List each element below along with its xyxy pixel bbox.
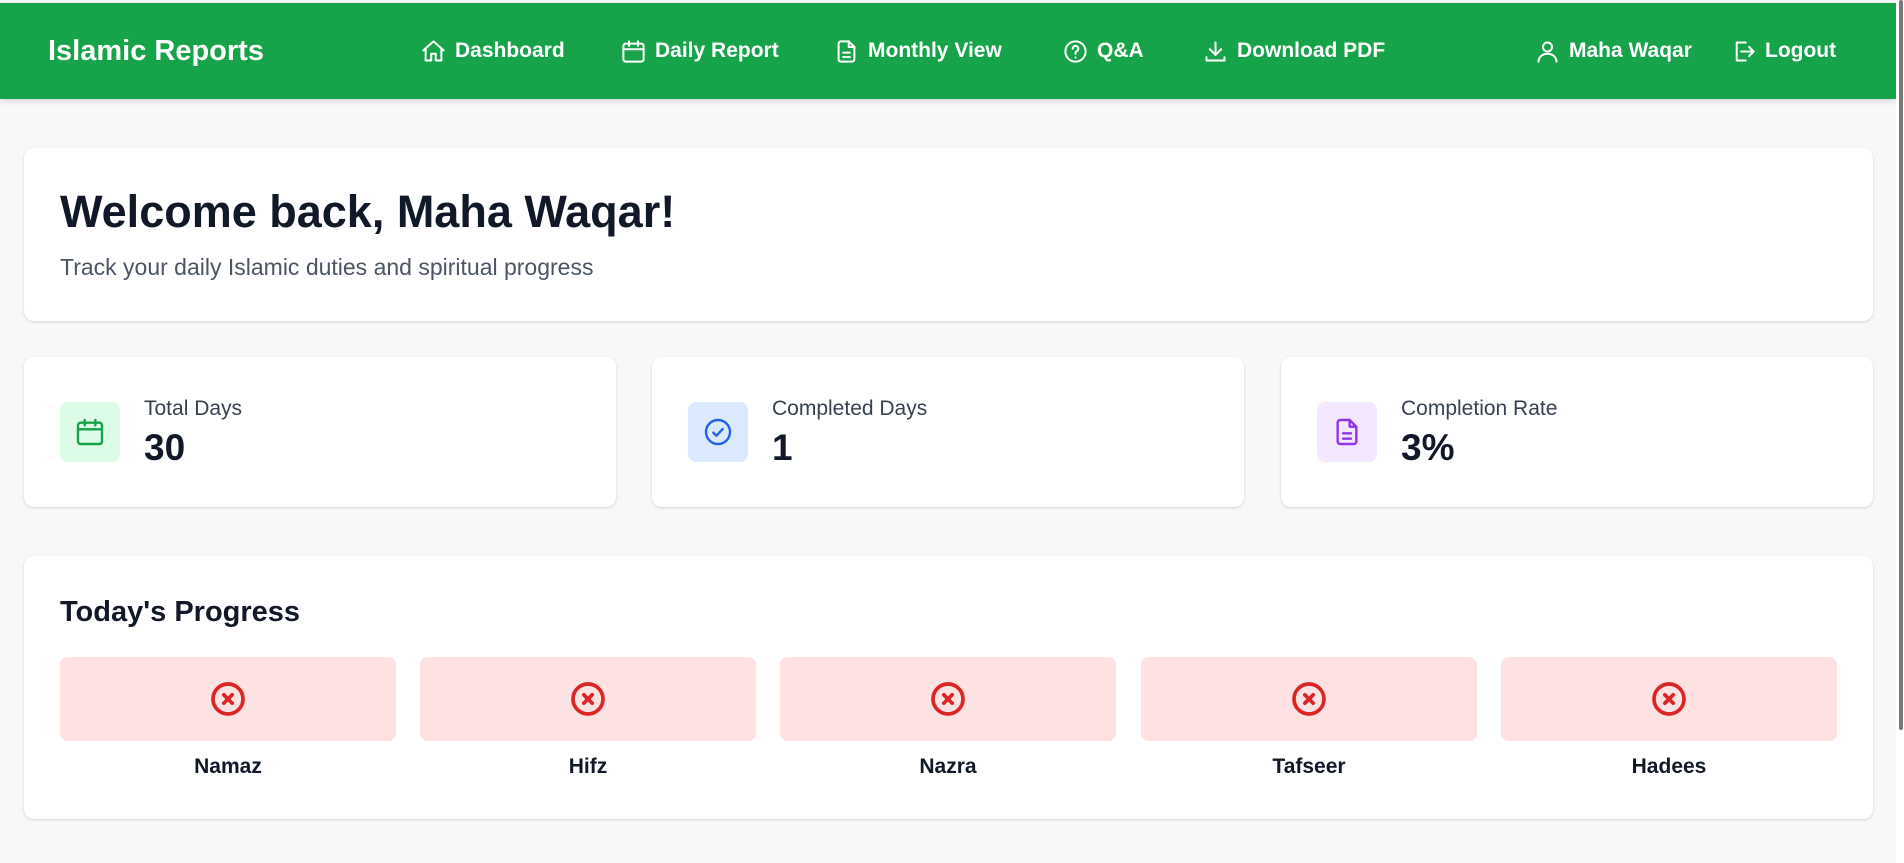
nav-user-name: Maha Waqar bbox=[1569, 39, 1692, 62]
scrollbar-thumb[interactable] bbox=[1899, 0, 1903, 730]
nav-qa-label: Q&A bbox=[1097, 39, 1144, 62]
stat-icon-box bbox=[60, 402, 120, 462]
home-icon bbox=[422, 39, 445, 62]
nav-dashboard-label: Dashboard bbox=[455, 39, 565, 62]
logout-icon bbox=[1735, 40, 1755, 62]
task-status-box[interactable] bbox=[1501, 657, 1837, 741]
top-navbar: Islamic Reports Dashboard Daily Report M… bbox=[0, 3, 1896, 99]
nav-qa[interactable]: Q&A bbox=[1062, 3, 1144, 99]
welcome-subtitle: Track your daily Islamic duties and spir… bbox=[60, 254, 594, 280]
nav-user-profile[interactable]: Maha Waqar bbox=[1534, 3, 1692, 99]
user-icon bbox=[1537, 40, 1558, 63]
task-status-box[interactable] bbox=[60, 657, 396, 741]
task-nazra: Nazra bbox=[780, 657, 1116, 779]
task-hifz: Hifz bbox=[420, 657, 756, 779]
x-circle-icon bbox=[1292, 682, 1326, 716]
calendar-icon bbox=[76, 418, 104, 446]
stat-card-completed-days: Completed Days 1 bbox=[652, 357, 1244, 507]
nav-monthly-view[interactable]: Monthly View bbox=[833, 3, 1002, 99]
stat-label: Total Days bbox=[144, 397, 243, 420]
document-icon bbox=[1336, 418, 1358, 446]
nav-monthly-view-label: Monthly View bbox=[868, 39, 1002, 62]
help-circle-icon bbox=[1064, 39, 1087, 63]
check-circle-icon bbox=[704, 418, 732, 446]
task-tafseer: Tafseer bbox=[1141, 657, 1477, 779]
welcome-card: Welcome back, Maha Waqar! Track your dai… bbox=[24, 148, 1873, 321]
document-icon bbox=[837, 39, 856, 63]
task-label: Nazra bbox=[919, 755, 977, 778]
stat-card-total-days: Total Days 30 bbox=[24, 357, 616, 507]
nav-logout-label: Logout bbox=[1765, 39, 1837, 62]
stat-value: 1 bbox=[772, 427, 793, 468]
task-label: Hifz bbox=[568, 755, 608, 778]
nav-daily-report[interactable]: Daily Report bbox=[620, 3, 779, 99]
task-label: Namaz bbox=[194, 755, 262, 778]
task-label: Tafseer bbox=[1272, 755, 1346, 778]
nav-dashboard[interactable]: Dashboard bbox=[420, 3, 565, 99]
task-namaz: Namaz bbox=[60, 657, 396, 779]
welcome-title: Welcome back, Maha Waqar! bbox=[60, 186, 676, 237]
nav-logout[interactable]: Logout bbox=[1730, 3, 1836, 99]
stat-card-completion-rate: Completion Rate 3% bbox=[1281, 357, 1873, 507]
task-hadees: Hadees bbox=[1501, 657, 1837, 779]
stat-value: 3% bbox=[1401, 427, 1455, 468]
stat-icon-box bbox=[688, 402, 748, 462]
brand-title[interactable]: Islamic Reports bbox=[48, 3, 264, 99]
task-status-box[interactable] bbox=[780, 657, 1116, 741]
download-icon bbox=[1205, 40, 1226, 62]
stat-label: Completed Days bbox=[772, 397, 928, 420]
x-circle-icon bbox=[931, 682, 965, 716]
task-status-box[interactable] bbox=[420, 657, 756, 741]
todays-progress-card: Today's Progress Namaz Hifz Nazra Tafsee… bbox=[24, 556, 1873, 819]
calendar-icon bbox=[622, 39, 645, 63]
stat-label: Completion Rate bbox=[1401, 397, 1558, 420]
task-label: Hadees bbox=[1631, 755, 1707, 778]
x-circle-icon bbox=[1652, 682, 1686, 716]
x-circle-icon bbox=[211, 682, 245, 716]
task-status-box[interactable] bbox=[1141, 657, 1477, 741]
nav-download-pdf-label: Download PDF bbox=[1237, 39, 1386, 62]
stat-value: 30 bbox=[144, 427, 186, 468]
nav-download-pdf[interactable]: Download PDF bbox=[1202, 3, 1385, 99]
x-circle-icon bbox=[571, 682, 605, 716]
stat-icon-box bbox=[1317, 402, 1377, 462]
progress-title: Today's Progress bbox=[60, 596, 301, 628]
nav-daily-report-label: Daily Report bbox=[655, 39, 779, 62]
